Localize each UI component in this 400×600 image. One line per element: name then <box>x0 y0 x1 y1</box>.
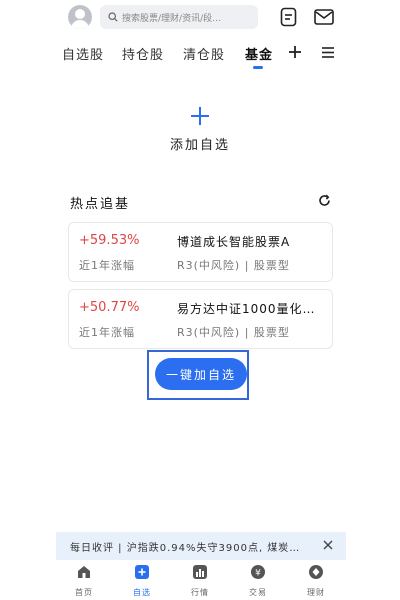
notes-icon[interactable] <box>280 7 298 27</box>
nav-market[interactable]: 行情 <box>180 564 220 598</box>
tab-funds[interactable]: 基金 <box>245 44 273 63</box>
add-plus-icon <box>191 107 209 125</box>
add-square-icon <box>135 565 149 579</box>
nav-label: 首页 <box>75 588 93 597</box>
nav-label: 行情 <box>191 588 209 597</box>
fund-risk: R3(中风险) | 股票型 <box>177 259 290 272</box>
nav-label: 自选 <box>133 588 151 597</box>
section-title: 热点追基 <box>70 197 131 212</box>
yen-icon: ¥ <box>251 565 265 579</box>
refresh-icon[interactable] <box>318 194 331 207</box>
home-icon <box>78 566 90 578</box>
news-ticker[interactable]: 每日收评 | 沪指跌0.94%失守3900点, 煤炭… <box>56 532 346 560</box>
fund-return: +50.77% <box>79 300 140 315</box>
fund-return-period: 近1年涨幅 <box>79 259 135 272</box>
plus-icon[interactable] <box>288 45 302 59</box>
tab-bar: 自选股 持仓股 清仓股 基金 <box>0 40 400 69</box>
add-all-button[interactable]: 一键加自选 <box>155 358 247 390</box>
search-placeholder: 搜索股票/理财/资讯/段… <box>122 13 222 24</box>
nav-label: 交易 <box>249 588 267 597</box>
add-watchlist[interactable]: 添加自选 <box>150 106 250 166</box>
active-tab-indicator <box>253 66 263 69</box>
chart-icon <box>193 565 207 579</box>
bottom-nav: 首页 自选 行情 ¥ 交易 理财 <box>56 562 346 600</box>
fund-name: 博道成长智能股票A <box>177 235 291 249</box>
mail-icon[interactable] <box>314 9 334 25</box>
wealth-icon <box>309 565 323 579</box>
tab-cleared-stocks[interactable]: 清仓股 <box>183 44 225 63</box>
nav-label: 理财 <box>307 588 325 597</box>
svg-text:¥: ¥ <box>255 569 261 579</box>
fund-name: 易方达中证1000量化增… <box>177 302 327 316</box>
avatar[interactable] <box>68 5 92 29</box>
add-watchlist-label: 添加自选 <box>169 138 230 153</box>
tab-watchlist-stocks[interactable]: 自选股 <box>62 44 104 63</box>
fund-return: +59.53% <box>79 233 140 248</box>
search-icon <box>108 12 118 22</box>
ticker-text: 每日收评 | 沪指跌0.94%失守3900点, 煤炭… <box>70 542 301 554</box>
menu-icon[interactable] <box>322 47 334 58</box>
nav-trade[interactable]: ¥ 交易 <box>238 564 278 598</box>
fund-card[interactable]: +50.77% 近1年涨幅 易方达中证1000量化增… R3(中风险) | 股票… <box>68 289 333 349</box>
tab-holding-stocks[interactable]: 持仓股 <box>122 44 164 63</box>
nav-home[interactable]: 首页 <box>64 564 104 598</box>
nav-watchlist[interactable]: 自选 <box>122 564 162 598</box>
fund-card[interactable]: +59.53% 近1年涨幅 博道成长智能股票A R3(中风险) | 股票型 <box>68 222 333 282</box>
search-input[interactable]: 搜索股票/理财/资讯/段… <box>100 5 258 29</box>
close-icon[interactable] <box>322 539 334 551</box>
fund-return-period: 近1年涨幅 <box>79 326 135 339</box>
nav-wealth[interactable]: 理财 <box>296 564 336 598</box>
top-bar: 搜索股票/理财/资讯/段… <box>0 0 400 36</box>
fund-risk: R3(中风险) | 股票型 <box>177 326 290 339</box>
